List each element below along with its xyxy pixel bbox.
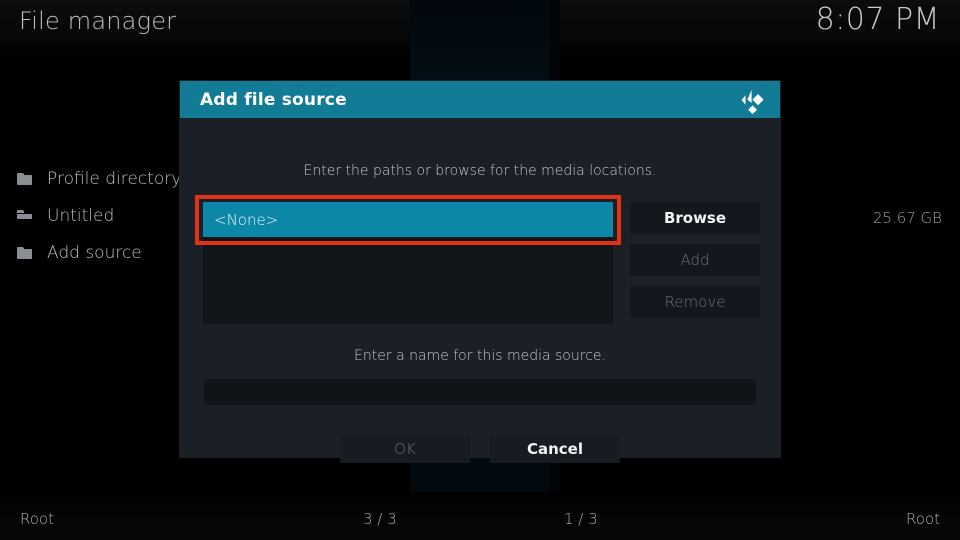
source-list-item-label: <None> xyxy=(214,210,279,229)
folder-open-icon xyxy=(17,209,32,222)
source-list-item-none[interactable]: <None> xyxy=(203,202,613,237)
add-button[interactable]: Add xyxy=(630,244,760,276)
list-item-label: Profile directory xyxy=(47,168,182,189)
status-left-count: 3 / 3 xyxy=(363,510,397,528)
cancel-button[interactable]: Cancel xyxy=(490,435,620,463)
status-left-path: Root xyxy=(20,510,54,528)
list-item-label: Add source xyxy=(47,242,142,263)
add-file-source-dialog: Add file source Enter the paths or brows… xyxy=(180,81,780,463)
list-item-label: Untitled xyxy=(47,205,115,226)
browse-button[interactable]: Browse xyxy=(630,202,760,234)
dialog-body: Enter the paths or browse for the media … xyxy=(180,118,780,463)
ok-button[interactable]: OK xyxy=(340,435,470,463)
status-right-path: Root xyxy=(906,510,940,528)
free-space-label: 25.67 GB xyxy=(872,209,942,227)
source-path-list[interactable]: <None> xyxy=(203,202,613,324)
dialog-header: Add file source xyxy=(180,81,780,118)
paths-prompt-label: Enter the paths or browse for the media … xyxy=(303,163,657,179)
kodi-logo-icon xyxy=(739,86,767,114)
status-right-count: 1 / 3 xyxy=(564,510,598,528)
media-source-name-input[interactable] xyxy=(204,379,756,405)
name-prompt-label: Enter a name for this media source. xyxy=(354,348,606,364)
folder-icon xyxy=(17,172,32,185)
folder-icon xyxy=(17,246,32,259)
clock: 8:07 PM xyxy=(815,2,940,37)
remove-button[interactable]: Remove xyxy=(630,286,760,318)
page-title: File manager xyxy=(19,7,177,35)
status-bar: Root 3 / 3 1 / 3 Root xyxy=(0,498,960,540)
dialog-title: Add file source xyxy=(200,89,347,110)
